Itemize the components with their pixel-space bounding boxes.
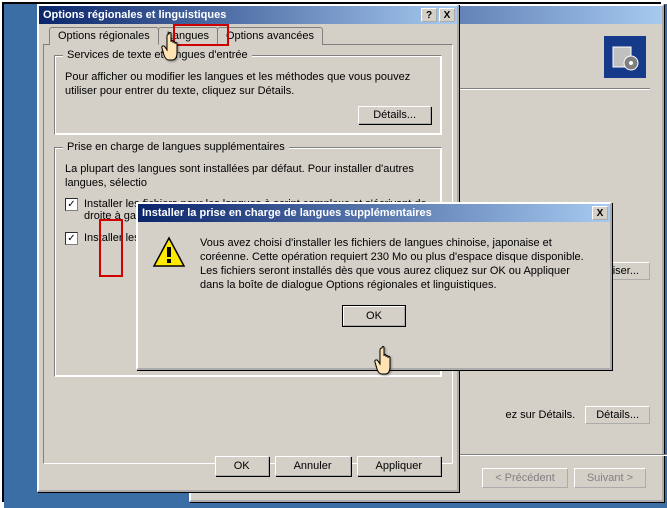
- cancel-button[interactable]: Annuler: [275, 456, 351, 476]
- tab-languages[interactable]: Langues: [158, 27, 218, 45]
- msgbox-ok-button[interactable]: OK: [343, 306, 405, 326]
- ok-button[interactable]: OK: [215, 456, 269, 476]
- install-languages-msgbox: Installer la prise en charge de langues …: [136, 202, 612, 370]
- apply-button[interactable]: Appliquer: [357, 456, 441, 476]
- bg-text-9: ez sur Détails.: [506, 409, 576, 421]
- warning-icon: [152, 236, 186, 270]
- tab-regional-options[interactable]: Options régionales: [49, 27, 159, 45]
- details-button[interactable]: Détails...: [358, 106, 431, 124]
- package-icon: [604, 36, 646, 78]
- text-services-group: Services de texte et langues d'entrée Po…: [54, 55, 442, 135]
- checkbox-east-asian[interactable]: ✓: [65, 232, 78, 245]
- checkmark-icon: ✓: [67, 199, 75, 210]
- checkbox-complex-scripts[interactable]: ✓: [65, 198, 78, 211]
- help-button[interactable]: ?: [421, 8, 437, 22]
- checkmark-icon: ✓: [67, 233, 75, 244]
- msgbox-title: Installer la prise en charge de langues …: [140, 207, 592, 219]
- supplemental-langs-title: Prise en charge de langues supplémentair…: [63, 141, 289, 153]
- bg-details-button[interactable]: Détails...: [585, 406, 650, 424]
- next-button[interactable]: Suivant >: [574, 468, 646, 488]
- supplemental-langs-desc: La plupart des langues sont installées p…: [65, 162, 431, 190]
- tab-advanced[interactable]: Options avancées: [217, 27, 323, 45]
- msgbox-text: Vous avez choisi d'installer les fichier…: [200, 236, 596, 292]
- text-services-title: Services de texte et langues d'entrée: [63, 49, 252, 61]
- back-button[interactable]: < Précédent: [482, 468, 568, 488]
- close-button[interactable]: X: [439, 8, 455, 22]
- main-window-title: Options régionales et linguistiques: [41, 9, 421, 21]
- text-services-desc: Pour afficher ou modifier les langues et…: [65, 70, 431, 98]
- msgbox-close-button[interactable]: X: [592, 206, 608, 220]
